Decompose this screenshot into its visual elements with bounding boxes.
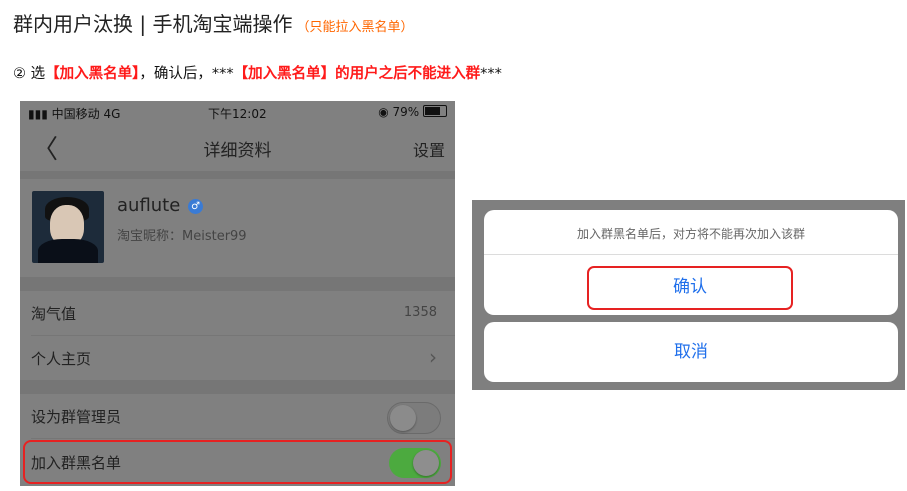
row-separator (31, 438, 455, 439)
section-divider (20, 380, 455, 394)
step-text-highlight-2: 【加入黑名单】的用户之后不能进入群 (233, 66, 481, 82)
taoqi-value: 1358 (403, 305, 437, 320)
row-set-admin: 设为群管理员 (20, 394, 455, 438)
step-text-2: ，确认后，*** (139, 66, 234, 82)
set-admin-label: 设为群管理员 (31, 408, 122, 426)
carrier-label: 中国移动 (51, 107, 100, 121)
status-right: ◉ 79% (378, 105, 447, 119)
step-text-3: *** (480, 66, 502, 82)
network-label: 4G (103, 107, 121, 121)
chevron-right-icon: › (429, 345, 437, 369)
battery-icon (423, 105, 447, 117)
avatar-body (38, 239, 98, 263)
nickname: 淘宝昵称：Meister99 (117, 229, 247, 244)
battery-percent: 79% (392, 105, 420, 119)
cancel-button[interactable]: 取消 (484, 322, 898, 382)
toggle-knob (390, 405, 416, 431)
set-admin-toggle[interactable] (387, 402, 441, 434)
nav-bar: 〈 详细资料 设置 (20, 123, 455, 171)
section-divider (20, 277, 455, 291)
status-time: 下午12:02 (208, 107, 267, 121)
dialog-separator (484, 254, 898, 255)
blacklist-highlight-box (23, 440, 452, 484)
status-bar: ▮▮▮ 中国移动 4G 下午12:02 ◉ 79% (20, 101, 455, 123)
page-title: 群内用户汰换 | 手机淘宝端操作 （只能拉入黑名单） (13, 8, 413, 37)
phone-screenshot: ▮▮▮ 中国移动 4G 下午12:02 ◉ 79% 〈 详细资料 设置 aufl… (20, 101, 455, 486)
step-text-highlight-1: 【加入黑名单】 (45, 66, 140, 82)
step-number: ② (13, 66, 26, 82)
dialog-message: 加入群黑名单后，对方将不能再次加入该群 (576, 227, 805, 241)
alarm-icon: ◉ (378, 105, 389, 119)
carrier-status: ▮▮▮ 中国移动 4G (28, 105, 120, 122)
step-instruction: ② 选【加入黑名单】，确认后，***【加入黑名单】的用户之后不能进入群*** (13, 62, 502, 83)
page-title-hint: （只能拉入黑名单） (296, 20, 414, 35)
avatar[interactable] (32, 191, 104, 263)
username-text: auflute (117, 195, 181, 216)
username: auflute ♂ (117, 195, 204, 216)
male-icon: ♂ (188, 199, 204, 214)
settings-button[interactable]: 设置 (413, 137, 445, 161)
section-divider (20, 171, 455, 179)
step-text-1: 选 (26, 66, 46, 82)
confirm-button[interactable]: 确认 (587, 266, 793, 310)
row-homepage[interactable]: 个人主页 › (20, 336, 455, 380)
homepage-label: 个人主页 (31, 350, 92, 368)
page-title-text: 群内用户汰换 | 手机淘宝端操作 (13, 12, 293, 36)
taoqi-label: 淘气值 (31, 305, 77, 323)
signal-icon: ▮▮▮ (28, 107, 48, 121)
nav-title: 详细资料 (203, 141, 272, 161)
row-taoqi: 淘气值 1358 (20, 291, 455, 335)
